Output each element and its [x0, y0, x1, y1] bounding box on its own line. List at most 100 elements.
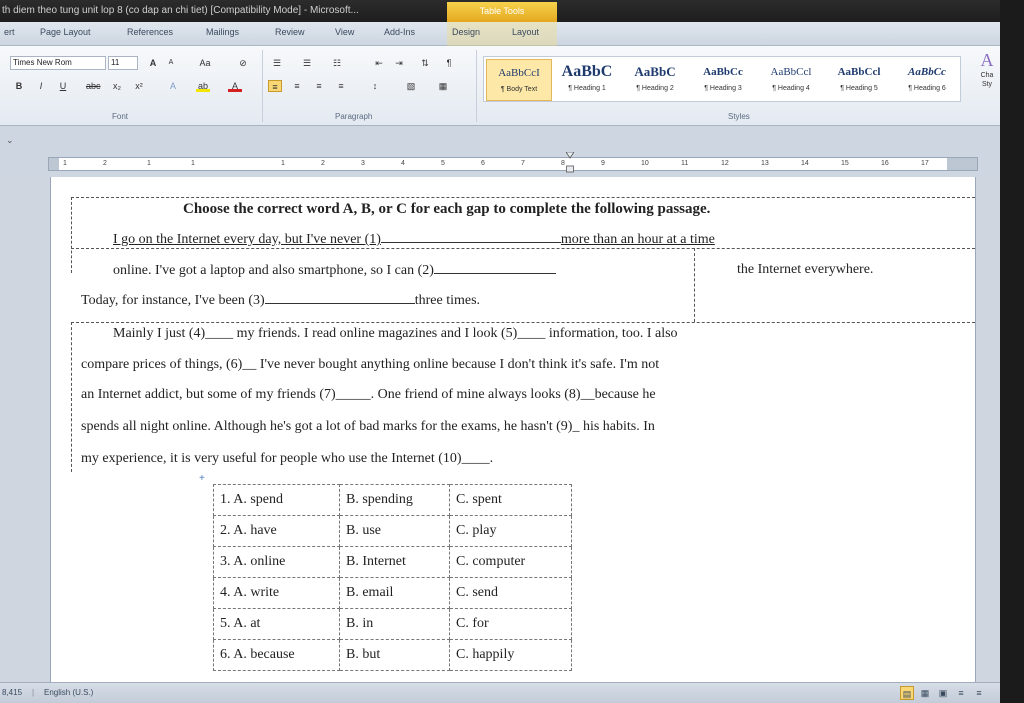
strikethrough-icon[interactable]: abc	[86, 80, 101, 92]
ruler-tick: 1	[147, 160, 151, 167]
table-cell[interactable]: 1. A. spend	[213, 484, 340, 516]
ruler-right-margin	[947, 158, 977, 170]
ruler-tick: 7	[521, 160, 525, 167]
decrease-indent-icon[interactable]: ⇤	[372, 57, 386, 69]
text-effects-icon[interactable]: A	[166, 80, 180, 92]
style-heading-2[interactable]: AaBbC ¶ Heading 2	[622, 59, 688, 101]
tab-references[interactable]: References	[127, 27, 173, 37]
align-left-icon[interactable]: ≡	[268, 80, 282, 92]
outline-icon[interactable]: ≡	[954, 686, 968, 700]
sort-icon[interactable]: ⇅	[418, 57, 432, 69]
style-heading-4[interactable]: AaBbCcl ¶ Heading 4	[758, 59, 824, 101]
table-cell[interactable]: B. use	[339, 515, 450, 547]
style-heading-5[interactable]: AaBbCcl ¶ Heading 5	[826, 59, 892, 101]
tab-page-layout[interactable]: Page Layout	[40, 27, 91, 37]
paragraph-line: my experience, it is very useful for peo…	[81, 451, 494, 466]
increase-indent-icon[interactable]: ⇥	[392, 57, 406, 69]
table-cell[interactable]: C. spent	[449, 484, 572, 516]
table-cell[interactable]: B. in	[339, 608, 450, 640]
table-cell[interactable]: 3. A. online	[213, 546, 340, 578]
style-heading-1[interactable]: AaBbC ¶ Heading 1	[554, 59, 620, 101]
change-case-icon[interactable]: Aa	[198, 57, 212, 69]
tab-review[interactable]: Review	[275, 27, 305, 37]
ruler-tick: 13	[761, 160, 769, 167]
style-heading-6[interactable]: AaBbCc ¶ Heading 6	[894, 59, 960, 101]
tab-layout[interactable]: Layout	[512, 27, 539, 37]
separator	[476, 50, 477, 122]
ribbon: Times New Rom 11 A A Aa ⊘ B I U abc x₂ x…	[0, 46, 1000, 126]
justify-icon[interactable]: ≡	[334, 80, 348, 92]
tab-mailings[interactable]: Mailings	[206, 27, 239, 37]
tab-add-ins[interactable]: Add-Ins	[384, 27, 415, 37]
language-indicator[interactable]: English (U.S.)	[44, 688, 93, 697]
table-cell[interactable]: 4. A. write	[213, 577, 340, 609]
table-cell[interactable]: 2. A. have	[213, 515, 340, 547]
ruler-toggle-icon[interactable]: ⌄	[6, 135, 14, 146]
show-marks-icon[interactable]: ¶	[442, 57, 456, 69]
table-move-handle-icon[interactable]: +	[199, 474, 209, 484]
borders-icon[interactable]: ▦	[436, 80, 450, 92]
style-name: ¶ Body Text	[500, 86, 538, 93]
tab-design[interactable]: Design	[452, 27, 480, 37]
full-screen-reading-icon[interactable]: ▦	[918, 686, 932, 700]
web-layout-icon[interactable]: ▣	[936, 686, 950, 700]
answer-blank-2[interactable]	[433, 262, 556, 274]
subscript-icon[interactable]: x₂	[110, 80, 124, 92]
ruler-marks: 1 2 1 1 1 2 3 4 5 6 7 8 9 10 11 12 13 14…	[59, 158, 949, 170]
word-count[interactable]: 8,415	[2, 688, 22, 697]
table-cell[interactable]: C. computer	[449, 546, 572, 578]
bold-icon[interactable]: B	[12, 80, 26, 92]
style-body-text[interactable]: AaBbCcI ¶ Body Text	[486, 59, 552, 101]
table-cell[interactable]: B. but	[339, 639, 450, 671]
change-styles-label: Cha Sty	[980, 72, 994, 88]
align-right-icon[interactable]: ≡	[312, 80, 326, 92]
highlight-icon[interactable]: ab	[196, 80, 210, 92]
status-bar: 8,415 | English (U.S.) ▤ ▦ ▣ ≡ ≡	[0, 682, 1000, 703]
table-cell[interactable]: B. Internet	[339, 546, 450, 578]
multilevel-list-icon[interactable]: ☷	[330, 57, 344, 69]
style-heading-3[interactable]: AaBbCc ¶ Heading 3	[690, 59, 756, 101]
table-cell[interactable]: 6. A. because	[213, 639, 340, 671]
passage-text: online. I've got a laptop and also smart…	[113, 263, 434, 278]
grow-font-icon[interactable]: A	[146, 57, 160, 69]
table-row: 4. A. write B. email C. send	[213, 577, 572, 609]
italic-icon[interactable]: I	[34, 80, 48, 92]
horizontal-ruler[interactable]: 1 2 1 1 1 2 3 4 5 6 7 8 9 10 11 12 13 14…	[48, 157, 978, 171]
tab-insert[interactable]: ert	[4, 27, 15, 37]
table-cell[interactable]: C. send	[449, 577, 572, 609]
ruler-tick: 2	[103, 160, 107, 167]
superscript-icon[interactable]: x²	[132, 80, 146, 92]
draft-icon[interactable]: ≡	[972, 686, 986, 700]
shrink-font-icon[interactable]: A	[164, 57, 178, 69]
font-color-icon[interactable]: A	[228, 80, 242, 92]
table-row: 1. A. spend B. spending C. spent	[213, 484, 572, 516]
document-page[interactable]: Choose the correct word A, B, or C for e…	[50, 177, 976, 682]
style-name: ¶ Heading 2	[636, 85, 674, 92]
paragraph-line: Mainly I just (4)____ my friends. I read…	[113, 326, 678, 341]
print-layout-icon[interactable]: ▤	[900, 686, 914, 700]
ruler-tick: 1	[63, 160, 67, 167]
table-cell[interactable]: B. email	[339, 577, 450, 609]
shading-icon[interactable]: ▧	[404, 80, 418, 92]
answer-blank-3[interactable]	[264, 292, 415, 304]
passage-line-3: Today, for instance, I've been (3) three …	[81, 292, 480, 309]
line-spacing-icon[interactable]: ↕	[368, 80, 382, 92]
change-styles-button[interactable]: A Cha Sty	[975, 50, 999, 110]
font-size-combo[interactable]: 11	[108, 56, 138, 70]
table-cell[interactable]: C. happily	[449, 639, 572, 671]
tab-view[interactable]: View	[335, 27, 354, 37]
styles-group-label: Styles	[728, 112, 750, 121]
table-cell[interactable]: B. spending	[339, 484, 450, 516]
underline-icon[interactable]: U	[56, 80, 70, 92]
ribbon-tabs: ert Page Layout References Mailings Revi…	[0, 22, 1000, 46]
table-cell[interactable]: C. play	[449, 515, 572, 547]
indent-marker-icon[interactable]	[566, 152, 574, 174]
font-name-combo[interactable]: Times New Rom	[10, 56, 106, 70]
table-cell[interactable]: 5. A. at	[213, 608, 340, 640]
clear-formatting-icon[interactable]: ⊘	[236, 57, 250, 69]
table-cell[interactable]: C. for	[449, 608, 572, 640]
align-center-icon[interactable]: ≡	[290, 80, 304, 92]
answer-blank-1[interactable]	[380, 231, 561, 243]
bullets-icon[interactable]: ☰	[270, 57, 284, 69]
numbering-icon[interactable]: ☰	[300, 57, 314, 69]
